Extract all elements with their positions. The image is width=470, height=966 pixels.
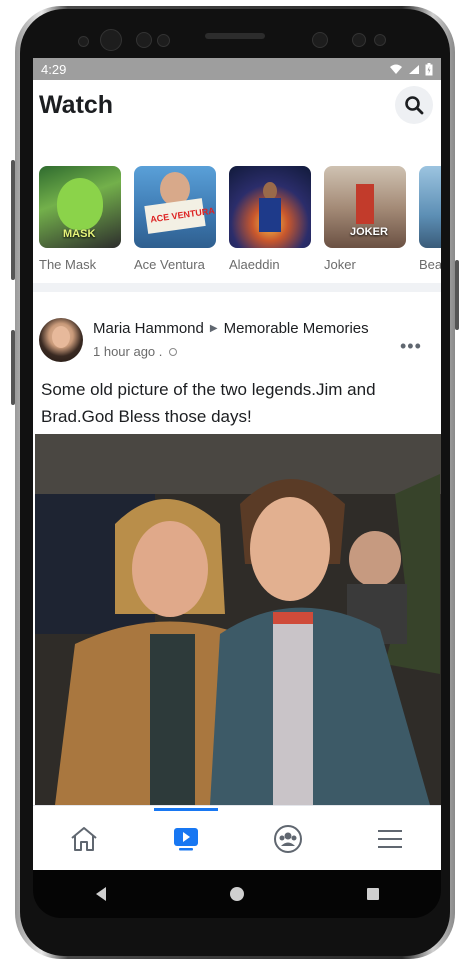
search-button[interactable] bbox=[395, 86, 433, 124]
section-divider bbox=[33, 283, 441, 292]
show-name: The Mask bbox=[39, 257, 97, 272]
avatar[interactable] bbox=[39, 318, 83, 362]
show-name: Ace Ventura bbox=[134, 257, 205, 272]
photo-image bbox=[35, 434, 441, 805]
signal-icon bbox=[409, 64, 419, 74]
earpiece-speaker bbox=[205, 33, 265, 39]
screen: 4:29 Watch MASK The Mask ACE VENTURA Ace… bbox=[33, 58, 441, 870]
post-text: Some old picture of the two legends.Jim … bbox=[41, 380, 376, 426]
status-bar: 4:29 bbox=[33, 58, 441, 80]
globe-icon bbox=[169, 347, 178, 356]
nav-watch[interactable] bbox=[146, 807, 226, 869]
ellipsis-icon: ••• bbox=[400, 336, 422, 356]
poster-title: MASK bbox=[63, 228, 96, 240]
search-icon bbox=[405, 96, 424, 115]
show-name: Alaeddin bbox=[229, 257, 280, 272]
battery-icon bbox=[425, 62, 433, 75]
show-thumbnail[interactable]: ACE VENTURA bbox=[134, 166, 216, 248]
show-thumbnail[interactable] bbox=[419, 166, 441, 248]
post-group[interactable]: Memorable Memories bbox=[224, 320, 369, 337]
bottom-nav bbox=[33, 805, 441, 870]
post-time[interactable]: 1 hour ago . bbox=[93, 344, 162, 359]
show-thumbnail[interactable]: MASK bbox=[39, 166, 121, 248]
status-icons bbox=[389, 62, 433, 76]
back-icon[interactable] bbox=[94, 886, 108, 902]
show-name: Joker bbox=[324, 257, 356, 272]
more-options-button[interactable]: ••• bbox=[400, 336, 422, 357]
sensor-dot bbox=[374, 34, 386, 46]
show-item[interactable]: MASK The Mask bbox=[39, 166, 121, 272]
home-icon bbox=[71, 826, 97, 851]
system-nav-bar bbox=[33, 870, 441, 918]
front-camera bbox=[100, 29, 122, 51]
page-title: Watch bbox=[39, 91, 114, 119]
sensor-dot bbox=[136, 32, 152, 48]
arrow-right-icon: ▶ bbox=[209, 323, 218, 334]
show-item[interactable]: Bea bbox=[419, 166, 441, 272]
post-photo[interactable] bbox=[35, 434, 441, 805]
sensor-dot bbox=[352, 33, 366, 47]
show-item[interactable]: Alaeddin bbox=[229, 166, 311, 272]
sensor-dot bbox=[157, 34, 170, 47]
shows-row: MASK The Mask ACE VENTURA Ace Ventura Al… bbox=[39, 166, 441, 272]
show-thumbnail[interactable] bbox=[229, 166, 311, 248]
home-circle-icon[interactable] bbox=[229, 886, 245, 902]
bixby-button bbox=[11, 330, 15, 405]
watch-icon bbox=[174, 827, 198, 850]
show-item[interactable]: ACE VENTURA Ace Ventura bbox=[134, 166, 216, 272]
show-thumbnail[interactable]: JOKER bbox=[324, 166, 406, 248]
groups-icon bbox=[274, 824, 302, 853]
show-name: Bea bbox=[419, 257, 441, 272]
post-header: Maria Hammond ▶ Memorable Memories bbox=[93, 320, 369, 337]
iris-sensor bbox=[312, 32, 328, 48]
status-time: 4:29 bbox=[41, 61, 67, 77]
poster-title: JOKER bbox=[350, 226, 388, 238]
power-button bbox=[455, 260, 459, 330]
sensor-dot bbox=[78, 36, 89, 47]
show-item[interactable]: JOKER Joker bbox=[324, 166, 406, 272]
post-timestamp: 1 hour ago . bbox=[93, 344, 178, 359]
nav-groups[interactable] bbox=[248, 809, 328, 869]
nav-menu[interactable] bbox=[350, 809, 430, 869]
nav-home[interactable] bbox=[44, 809, 124, 869]
recents-icon[interactable] bbox=[366, 887, 380, 901]
menu-icon bbox=[378, 829, 402, 848]
wifi-icon bbox=[390, 64, 402, 74]
post-author[interactable]: Maria Hammond bbox=[93, 320, 204, 337]
volume-button bbox=[11, 160, 15, 280]
